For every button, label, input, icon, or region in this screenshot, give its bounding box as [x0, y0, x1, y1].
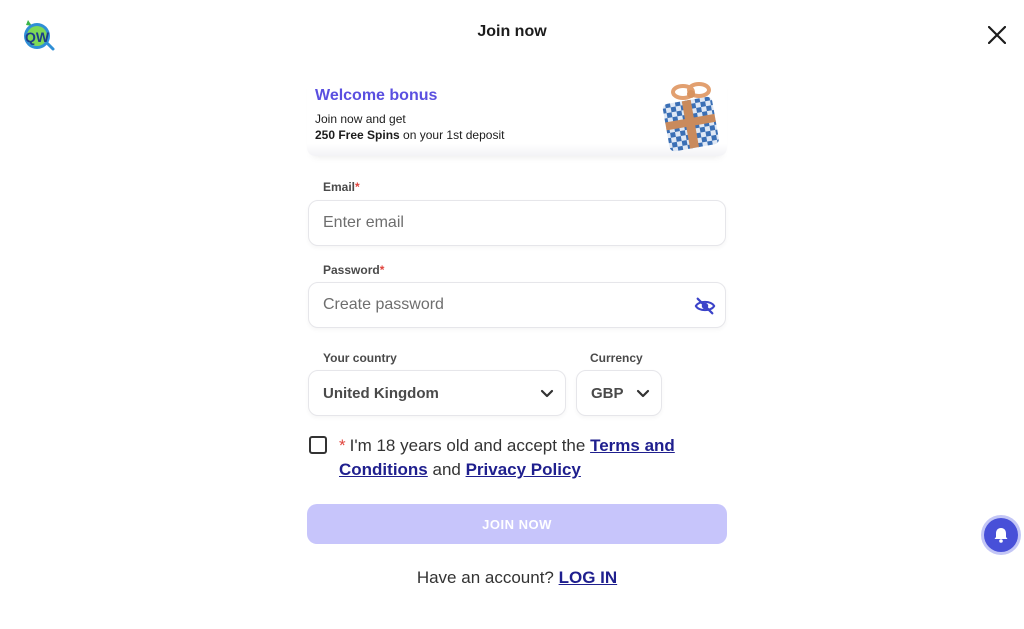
password-label: Password*: [323, 263, 384, 277]
welcome-bonus-banner: Welcome bonus Join now and get 250 Free …: [307, 74, 727, 156]
bell-icon: [994, 528, 1008, 543]
bonus-title: Welcome bonus: [315, 87, 438, 104]
password-required-mark: *: [379, 263, 385, 277]
country-select-value: United Kingdom: [323, 384, 439, 402]
join-now-button[interactable]: JOIN NOW: [307, 504, 727, 544]
eye-slash-icon[interactable]: [694, 295, 716, 317]
country-select[interactable]: United Kingdom: [308, 370, 566, 416]
page-title: Join now: [477, 23, 547, 40]
email-label-text: Email: [323, 180, 356, 194]
currency-select-value: GBP: [591, 384, 624, 402]
login-prompt-text: Have an account?: [416, 568, 559, 587]
email-field[interactable]: [323, 214, 711, 232]
terms-text: * I'm 18 years old and accept the Terms a…: [339, 434, 699, 482]
password-field[interactable]: [323, 296, 711, 314]
close-icon: [988, 26, 1006, 44]
chevron-down-icon: [636, 389, 650, 398]
privacy-policy-link[interactable]: Privacy Policy: [466, 460, 581, 479]
bonus-spins: 250 Free Spins: [315, 128, 400, 142]
bonus-deposit-text: on your 1st deposit: [399, 128, 505, 142]
password-label-text: Password: [323, 263, 380, 277]
login-prompt: Have an account? LOG IN: [307, 568, 727, 588]
signup-form: Welcome bonus Join now and get 250 Free …: [307, 74, 727, 587]
gift-box-icon: [653, 74, 729, 154]
email-field-box: [308, 200, 726, 246]
bonus-line1: Join now and get: [315, 112, 406, 126]
terms-and: and: [427, 460, 466, 479]
currency-select[interactable]: GBP: [576, 370, 662, 416]
password-field-box: [308, 282, 726, 328]
chevron-down-icon: [540, 389, 554, 398]
terms-required-mark: *: [339, 436, 346, 455]
email-required-mark: *: [355, 180, 360, 194]
notification-button[interactable]: [984, 518, 1018, 552]
email-label: Email*: [323, 180, 360, 194]
close-button[interactable]: [984, 22, 1010, 48]
login-link[interactable]: LOG IN: [559, 568, 618, 587]
currency-label: Currency: [590, 351, 643, 365]
age-terms-checkbox[interactable]: [309, 436, 327, 454]
country-label: Your country: [323, 351, 397, 365]
bonus-line2: 250 Free Spins on your 1st deposit: [315, 128, 504, 142]
terms-prefix: I'm 18 years old and accept the: [349, 436, 591, 455]
